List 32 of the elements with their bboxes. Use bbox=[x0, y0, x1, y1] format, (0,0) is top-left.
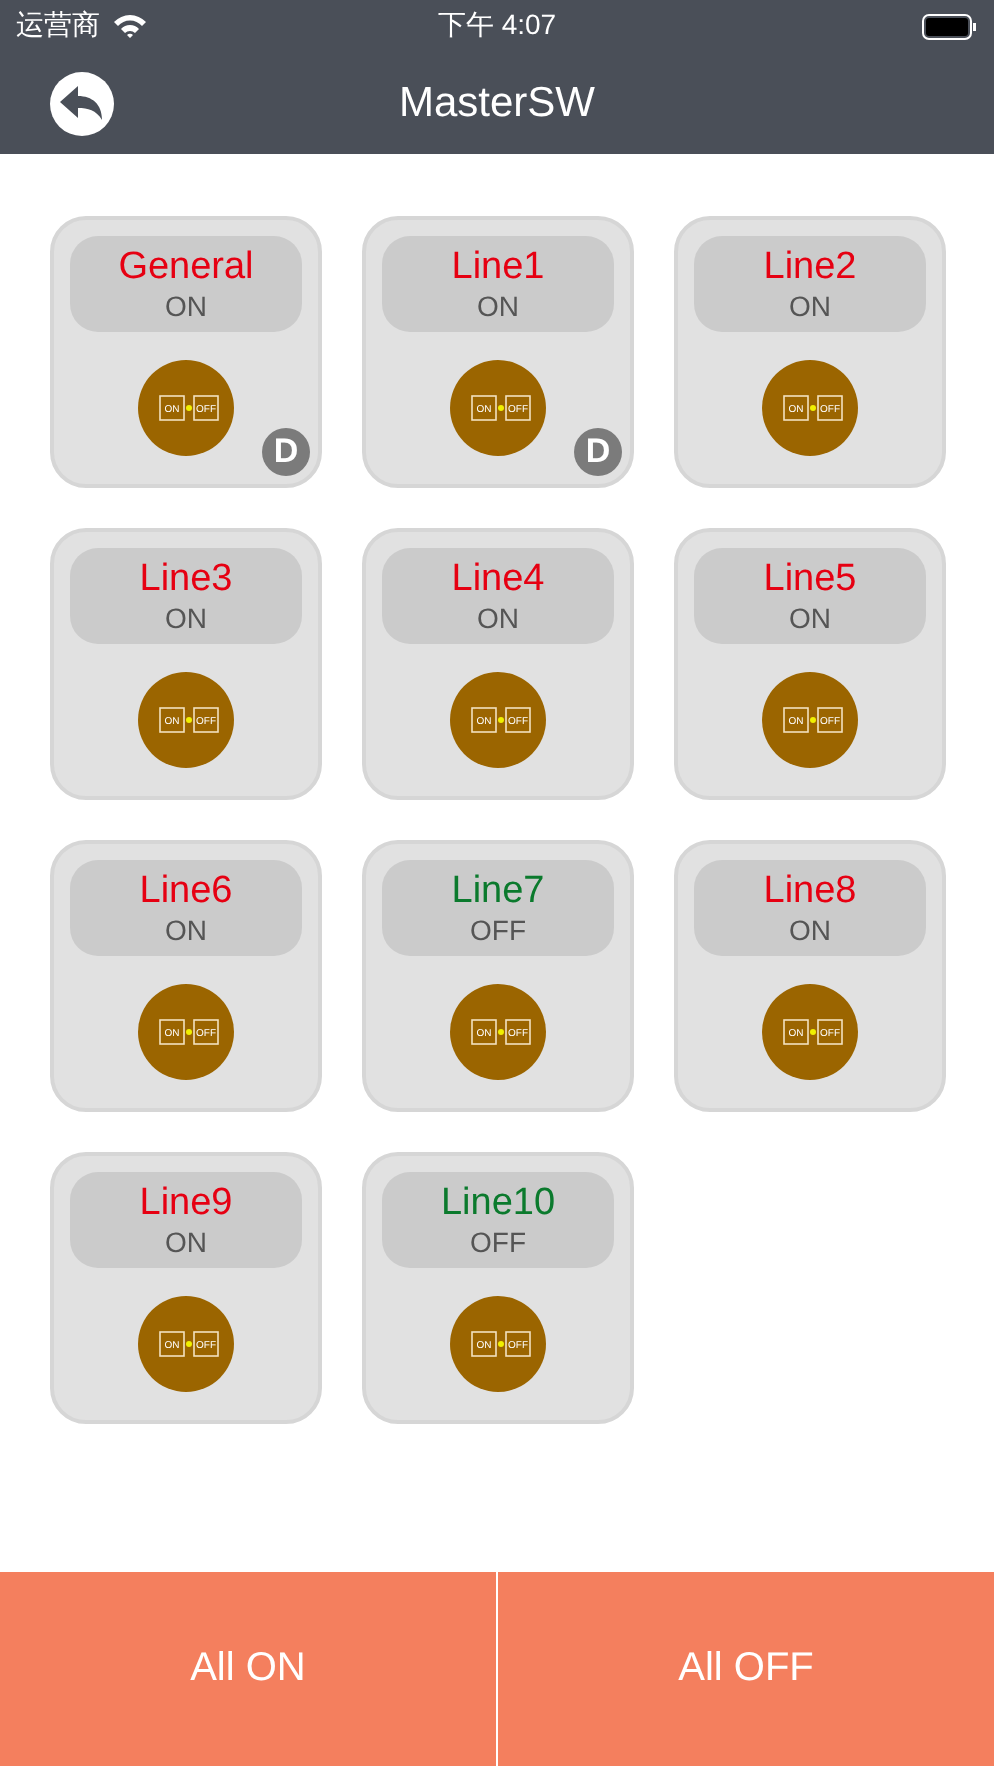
screen-title: MasterSW bbox=[399, 79, 595, 127]
line-status: ON bbox=[789, 601, 831, 635]
line-name: General bbox=[118, 245, 254, 289]
badge: D bbox=[574, 428, 622, 476]
line-status: ON bbox=[477, 289, 519, 323]
line-name: Line3 bbox=[139, 557, 233, 601]
line-status: ON bbox=[789, 913, 831, 947]
line-status: OFF bbox=[470, 913, 526, 947]
line-name: Line5 bbox=[763, 557, 857, 601]
line-name: Line8 bbox=[763, 869, 857, 913]
line-status: ON bbox=[789, 289, 831, 323]
wifi-icon bbox=[112, 12, 148, 40]
action-button[interactable]: All ON bbox=[0, 1572, 496, 1766]
line-status: OFF bbox=[470, 1225, 526, 1259]
line-name: Line9 bbox=[139, 1181, 233, 1225]
battery-icon bbox=[922, 13, 978, 39]
back-icon[interactable] bbox=[50, 71, 114, 135]
badge: D bbox=[262, 428, 310, 476]
carrier-name: 运营商 bbox=[16, 8, 100, 44]
line-name: Line2 bbox=[763, 245, 857, 289]
line-name: Line4 bbox=[451, 557, 545, 601]
line-status: ON bbox=[165, 601, 207, 635]
action-button[interactable]: All OFF bbox=[498, 1572, 994, 1766]
line-name: Line7 bbox=[451, 869, 545, 913]
status-time: 下午 4:07 bbox=[437, 8, 557, 44]
line-status: ON bbox=[165, 1225, 207, 1259]
line-name: Line6 bbox=[139, 869, 233, 913]
line-status: ON bbox=[477, 601, 519, 635]
line-name: Line10 bbox=[440, 1181, 556, 1225]
line-status: ON bbox=[165, 289, 207, 323]
line-status: ON bbox=[165, 913, 207, 947]
line-name: Line1 bbox=[451, 245, 545, 289]
